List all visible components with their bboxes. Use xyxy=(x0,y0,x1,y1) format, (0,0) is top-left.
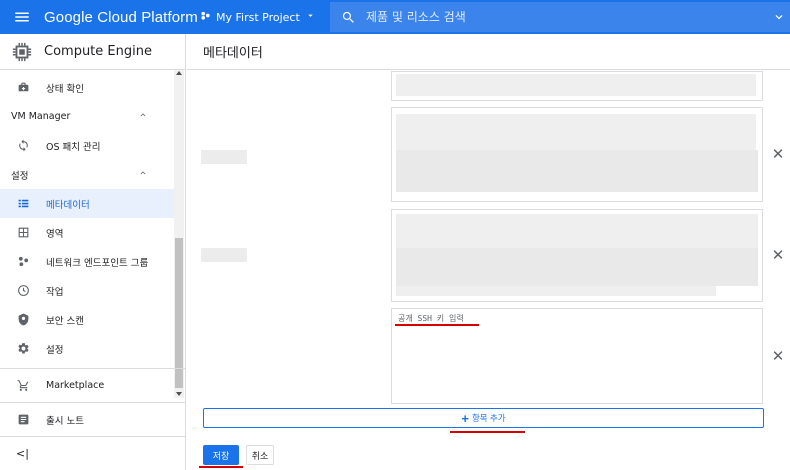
sidebar-scroll-area: 상태 확인 VM Manager OS 패치 관리 설정 메타데이터 영역 네트… xyxy=(0,70,185,398)
sidebar-item-label: 상태 확인 xyxy=(46,83,84,95)
sidebar-item-label: 메타데이터 xyxy=(46,199,90,211)
gear-icon xyxy=(0,342,46,355)
redacted-value xyxy=(396,114,756,150)
red-underline-annotation xyxy=(450,431,525,433)
redacted-value xyxy=(396,150,758,192)
cart-icon xyxy=(0,379,46,392)
project-name: My First Project xyxy=(216,10,300,24)
ssh-key-input[interactable] xyxy=(391,308,763,404)
group-label: VM Manager xyxy=(11,111,71,122)
sidebar-item-metadata[interactable]: 메타데이터 xyxy=(0,189,174,218)
chevron-up-icon xyxy=(138,110,148,123)
sidebar-item-release-notes[interactable]: 출시 노트 xyxy=(0,402,185,436)
save-button[interactable]: 저장 xyxy=(203,445,239,465)
sidebar-item-security-scan[interactable]: 보안 스캔 xyxy=(0,305,185,334)
scrollbar-thumb[interactable] xyxy=(175,238,183,388)
metadata-value-field[interactable] xyxy=(391,107,763,202)
sidebar-item-settings[interactable]: 설정 xyxy=(0,334,185,363)
redacted-value xyxy=(396,214,758,248)
scroll-up-icon[interactable] xyxy=(176,71,182,75)
clock-icon xyxy=(0,284,46,297)
sidebar-item-label: 네트워크 엔드포인트 그룹 xyxy=(46,257,149,269)
network-icon xyxy=(0,255,46,268)
sidebar-item-marketplace[interactable]: Marketplace xyxy=(0,368,185,402)
plus-icon: + xyxy=(461,410,469,426)
top-app-bar: Google Cloud Platform My First Project xyxy=(0,0,790,34)
sidebar-bottom: Marketplace 출시 노트 xyxy=(0,368,185,436)
close-icon[interactable]: ✕ xyxy=(770,145,786,163)
project-icon xyxy=(200,10,211,24)
chevron-up-icon xyxy=(138,168,148,181)
sidebar-item-health-check[interactable]: 상태 확인 xyxy=(0,73,185,102)
brand-title[interactable]: Google Cloud Platform xyxy=(44,9,200,26)
cancel-button[interactable]: 취소 xyxy=(246,445,274,465)
sidebar-item-label: 영역 xyxy=(46,228,64,240)
sidebar-item-label: 보안 스캔 xyxy=(46,315,84,327)
redacted-value xyxy=(396,74,756,96)
metadata-value-field[interactable] xyxy=(391,71,763,101)
group-settings[interactable]: 설정 xyxy=(0,160,174,189)
notes-icon xyxy=(0,413,46,426)
sidebar-item-label: 작업 xyxy=(46,286,64,298)
search-expand-icon[interactable] xyxy=(768,10,790,24)
metadata-key-field[interactable] xyxy=(201,248,247,262)
collapse-sidebar-button[interactable]: <| xyxy=(0,436,185,470)
health-check-icon xyxy=(0,81,46,94)
search-icon xyxy=(330,10,366,25)
redacted-value xyxy=(396,248,758,286)
metadata-value-field[interactable] xyxy=(391,209,763,302)
sidebar-item-zones[interactable]: 영역 xyxy=(0,218,185,247)
redacted-value xyxy=(396,286,716,296)
list-icon xyxy=(0,197,46,210)
project-selector[interactable]: My First Project xyxy=(200,10,330,24)
patch-icon xyxy=(0,139,46,152)
shield-icon xyxy=(0,313,46,326)
red-underline-annotation xyxy=(395,324,479,326)
compute-engine-icon xyxy=(0,41,44,63)
sidebar: Compute Engine 상태 확인 VM Manager OS 패치 관리… xyxy=(0,34,186,470)
page-title: 메타데이터 xyxy=(187,34,790,70)
metadata-key-field[interactable] xyxy=(201,150,247,164)
sidebar-item-label: Marketplace xyxy=(46,380,105,391)
menu-icon[interactable] xyxy=(0,0,44,34)
search-input[interactable] xyxy=(366,10,768,24)
add-item-button[interactable]: + 항목 추가 xyxy=(203,408,764,428)
sidebar-item-label: 출시 노트 xyxy=(46,415,84,427)
sidebar-item-label: OS 패치 관리 xyxy=(46,141,101,153)
close-icon[interactable]: ✕ xyxy=(770,246,786,264)
group-vm-manager[interactable]: VM Manager xyxy=(0,102,174,131)
sidebar-scrollbar[interactable] xyxy=(174,70,184,398)
sidebar-item-operations[interactable]: 작업 xyxy=(0,276,185,305)
chevron-down-icon xyxy=(305,10,316,24)
sidebar-item-network-endpoint-groups[interactable]: 네트워크 엔드포인트 그룹 xyxy=(0,247,185,276)
add-item-label: 항목 추가 xyxy=(471,413,506,423)
search-bar[interactable] xyxy=(330,2,790,32)
close-icon[interactable]: ✕ xyxy=(770,347,786,365)
main-content: 메타데이터 ✕ ✕ ✕ + 항목 추가 저장 취소 xyxy=(187,34,790,470)
red-underline-annotation xyxy=(199,466,243,468)
product-header: Compute Engine xyxy=(0,34,185,70)
group-label: 설정 xyxy=(11,170,29,182)
product-title: Compute Engine xyxy=(44,44,152,59)
sidebar-item-os-patch[interactable]: OS 패치 관리 xyxy=(0,131,185,160)
sidebar-item-label: 설정 xyxy=(46,344,64,356)
zones-icon xyxy=(0,226,46,239)
